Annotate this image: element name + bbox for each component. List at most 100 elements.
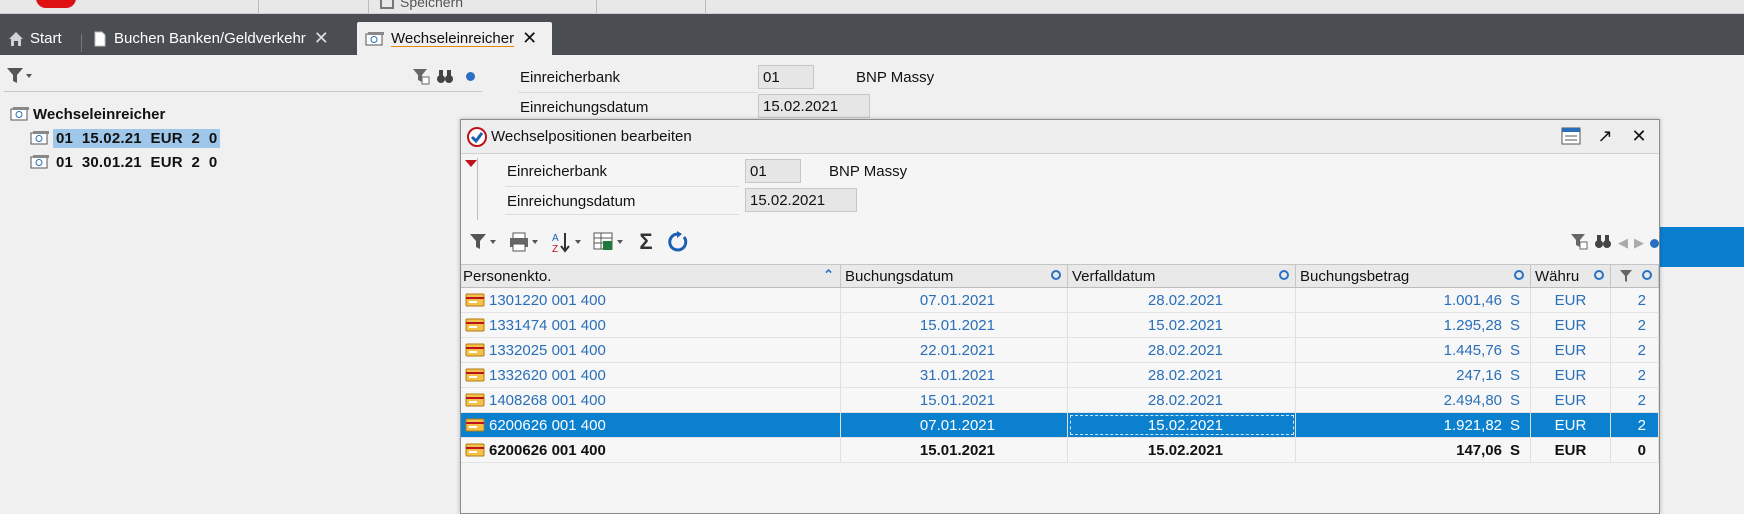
waehrung-cell[interactable]: EUR bbox=[1531, 363, 1611, 387]
count-cell[interactable]: 2 bbox=[1611, 338, 1659, 362]
konto-cell[interactable]: 1332025 001 400 bbox=[461, 338, 841, 362]
verfalldatum-cell[interactable]: 28.02.2021 bbox=[1068, 288, 1296, 312]
section-divider bbox=[477, 158, 478, 220]
verfalldatum-cell[interactable]: 15.02.2021 bbox=[1068, 313, 1296, 337]
count-cell[interactable]: 0 bbox=[1611, 438, 1659, 462]
einreicherbank-field[interactable]: 01 bbox=[745, 159, 801, 183]
print-icon[interactable] bbox=[509, 230, 541, 254]
tab-wechseleinreicher[interactable]: Wechseleinreicher ✕ bbox=[357, 22, 552, 55]
waehrung-cell[interactable]: EUR bbox=[1531, 413, 1611, 437]
konto-cell[interactable]: 1408268 001 400 bbox=[461, 388, 841, 412]
column-header-filter[interactable] bbox=[1611, 265, 1659, 287]
filter-settings-icon[interactable] bbox=[412, 67, 430, 85]
buchungsbetrag-cell[interactable]: 2.494,80 S bbox=[1296, 388, 1531, 412]
konto-cell[interactable]: 1331474 001 400 bbox=[461, 313, 841, 337]
expand-icon[interactable]: ↗ bbox=[1595, 126, 1615, 146]
refresh-icon[interactable] bbox=[667, 230, 689, 254]
buchungsdatum-cell[interactable]: 07.01.2021 bbox=[841, 413, 1068, 437]
verfalldatum-cell[interactable]: 28.02.2021 bbox=[1068, 338, 1296, 362]
table-row[interactable]: 6200626 001 400 07.01.2021 15.02.2021 1.921… bbox=[461, 413, 1659, 438]
count-cell[interactable]: 2 bbox=[1611, 313, 1659, 337]
export-excel-icon[interactable] bbox=[593, 230, 625, 254]
waehrung-cell[interactable]: EUR bbox=[1531, 338, 1611, 362]
verfalldatum-cell-text: 15.02.2021 bbox=[1147, 416, 1223, 434]
count-cell[interactable]: 2 bbox=[1611, 363, 1659, 387]
filter-dropdown-icon[interactable] bbox=[469, 230, 499, 254]
waehrung-cell[interactable]: EUR bbox=[1531, 288, 1611, 312]
count-cell[interactable]: 2 bbox=[1611, 288, 1659, 312]
selection-band bbox=[1660, 227, 1744, 267]
document-icon bbox=[94, 31, 106, 46]
buchungsdatum-cell[interactable]: 31.01.2021 bbox=[841, 363, 1068, 387]
verfalldatum-cell[interactable]: 28.02.2021 bbox=[1068, 363, 1296, 387]
wechseleinreicher-tree: Wechseleinreicher 01 15.02.21 EUR 2 0 01… bbox=[10, 103, 221, 173]
buchungsbetrag-cell-text: 1.295,28 bbox=[1443, 316, 1502, 334]
filter-settings-icon[interactable] bbox=[1570, 232, 1588, 254]
top-toolbar-strip: Speichern bbox=[0, 0, 1744, 14]
buchungsbetrag-cell[interactable]: 247,16 S bbox=[1296, 363, 1531, 387]
waehrung-cell[interactable]: EUR bbox=[1531, 388, 1611, 412]
waehrung-cell[interactable]: EUR bbox=[1531, 438, 1611, 462]
buchungsdatum-cell[interactable]: 07.01.2021 bbox=[841, 288, 1068, 312]
buchungsdatum-cell[interactable]: 22.01.2021 bbox=[841, 338, 1068, 362]
einreichungsdatum-field[interactable]: 15.02.2021 bbox=[758, 94, 870, 118]
collapse-toggle-icon[interactable] bbox=[465, 160, 477, 167]
sort-az-icon[interactable]: AZ bbox=[551, 230, 583, 254]
next-arrow-icon[interactable]: ▶ bbox=[1634, 235, 1644, 251]
tree-item[interactable]: 01 30.01.21 EUR 2 0 bbox=[30, 151, 220, 173]
buchungsdatum-cell[interactable]: 15.01.2021 bbox=[841, 438, 1068, 462]
tree-root[interactable]: Wechseleinreicher bbox=[10, 103, 220, 125]
positions-grid: Personenkto. ⌃ Buchungsdatum Verfalldatum… bbox=[461, 264, 1659, 463]
bill-exchange-icon bbox=[30, 155, 49, 169]
table-row[interactable]: 1332025 001 400 22.01.2021 28.02.2021 1.445… bbox=[461, 338, 1659, 363]
column-header-buchungsdatum[interactable]: Buchungsdatum bbox=[841, 265, 1068, 287]
buchungsbetrag-cell-text: 247,16 bbox=[1456, 366, 1502, 384]
tab-buchen-banken[interactable]: Buchen Banken/Geldverkehr ✕ bbox=[92, 22, 329, 55]
konto-cell[interactable]: 6200626 001 400 bbox=[461, 413, 841, 437]
column-header-verfalldatum[interactable]: Verfalldatum bbox=[1068, 265, 1296, 287]
save-button[interactable]: Speichern bbox=[380, 0, 463, 10]
buchungsbetrag-cell[interactable]: 1.445,76 S bbox=[1296, 338, 1531, 362]
count-cell-text: 2 bbox=[1637, 341, 1646, 359]
table-row[interactable]: 1408268 001 400 15.01.2021 28.02.2021 2.494… bbox=[461, 388, 1659, 413]
verfalldatum-cell[interactable]: 28.02.2021 bbox=[1068, 388, 1296, 412]
buchungsbetrag-cell[interactable]: 1.001,46 S bbox=[1296, 288, 1531, 312]
buchungsdatum-cell-text: 15.01.2021 bbox=[919, 391, 995, 409]
konto-cell[interactable]: 1332620 001 400 bbox=[461, 363, 841, 387]
column-header-waehrung[interactable]: Währu bbox=[1531, 265, 1611, 287]
binoculars-icon[interactable] bbox=[436, 67, 454, 85]
konto-cell[interactable]: 1301220 001 400 bbox=[461, 288, 841, 312]
buchungsbetrag-cell[interactable]: 147,06 S bbox=[1296, 438, 1531, 462]
sum-icon[interactable]: Σ bbox=[635, 229, 657, 254]
prev-arrow-icon[interactable]: ◀ bbox=[1618, 235, 1628, 251]
buchungsdatum-cell[interactable]: 15.01.2021 bbox=[841, 313, 1068, 337]
filter-dropdown-icon[interactable] bbox=[6, 66, 34, 86]
buchungsbetrag-cell[interactable]: 1.295,28 S bbox=[1296, 313, 1531, 337]
einreichungsdatum-field[interactable]: 15.02.2021 bbox=[745, 188, 857, 212]
layout-icon[interactable] bbox=[1561, 126, 1581, 146]
table-row[interactable]: 1332620 001 400 31.01.2021 28.02.2021 247,1… bbox=[461, 363, 1659, 388]
count-cell[interactable]: 2 bbox=[1611, 388, 1659, 412]
verfalldatum-cell-text: 15.02.2021 bbox=[1147, 316, 1223, 334]
close-icon[interactable]: ✕ bbox=[1629, 126, 1649, 146]
waehrung-cell[interactable]: EUR bbox=[1531, 313, 1611, 337]
table-row[interactable]: 6200626 001 400 15.01.2021 15.02.2021 147,0… bbox=[461, 438, 1659, 463]
verfalldatum-cell[interactable]: 15.02.2021 bbox=[1068, 413, 1296, 437]
column-header-personenkto[interactable]: Personenkto. ⌃ bbox=[461, 265, 841, 287]
table-row[interactable]: 1331474 001 400 15.01.2021 15.02.2021 1.295… bbox=[461, 313, 1659, 338]
einreicherbank-field[interactable]: 01 bbox=[758, 65, 814, 89]
waehrung-cell-text: EUR bbox=[1554, 416, 1587, 434]
column-header-buchungsbetrag[interactable]: Buchungsbetrag bbox=[1296, 265, 1531, 287]
tab-start[interactable]: Start bbox=[8, 22, 62, 55]
close-icon[interactable]: ✕ bbox=[522, 28, 537, 49]
buchungsdatum-cell[interactable]: 15.01.2021 bbox=[841, 388, 1068, 412]
verfalldatum-cell[interactable]: 15.02.2021 bbox=[1068, 438, 1296, 462]
konto-cell[interactable]: 6200626 001 400 bbox=[461, 438, 841, 462]
buchungsbetrag-cell[interactable]: 1.921,82 S bbox=[1296, 413, 1531, 437]
table-row[interactable]: 1301220 001 400 07.01.2021 28.02.2021 1.001… bbox=[461, 288, 1659, 313]
dialog-titlebar: Wechselpositionen bearbeiten ↗ ✕ bbox=[461, 120, 1659, 154]
count-cell[interactable]: 2 bbox=[1611, 413, 1659, 437]
tree-item[interactable]: 01 15.02.21 EUR 2 0 bbox=[30, 127, 221, 149]
binoculars-icon[interactable] bbox=[1594, 232, 1612, 254]
close-icon[interactable]: ✕ bbox=[314, 28, 329, 49]
